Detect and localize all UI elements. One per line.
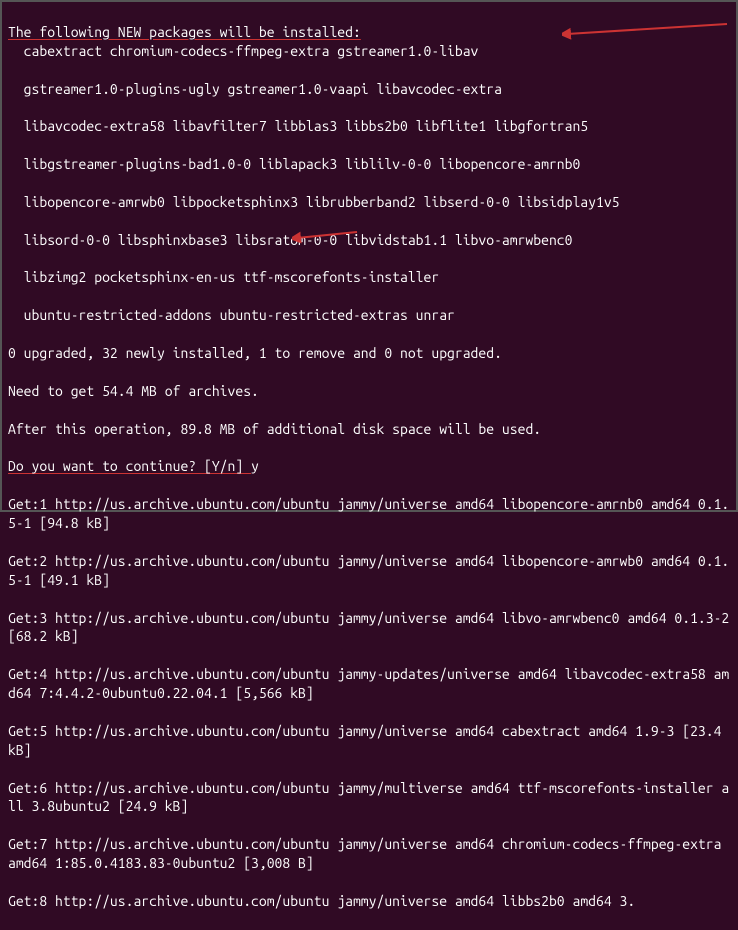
package-line: ubuntu-restricted-addons ubuntu-restrict…: [8, 306, 730, 325]
download-line: Get:5 http://us.archive.ubuntu.com/ubunt…: [8, 722, 730, 760]
download-line: Get:4 http://us.archive.ubuntu.com/ubunt…: [8, 665, 730, 703]
continue-prompt-line: Do you want to continue? [Y/n] y: [8, 457, 730, 476]
download-line: Get:8 http://us.archive.ubuntu.com/ubunt…: [8, 892, 730, 911]
download-line: Get:6 http://us.archive.ubuntu.com/ubunt…: [8, 779, 730, 817]
package-line: libopencore-amrwb0 libpocketsphinx3 libr…: [8, 193, 730, 212]
install-header: The following NEW packages will be insta…: [8, 24, 361, 40]
download-line: Get:3 http://us.archive.ubuntu.com/ubunt…: [8, 609, 730, 647]
package-line: gstreamer1.0-plugins-ugly gstreamer1.0-v…: [8, 80, 730, 99]
download-line: Get:7 http://us.archive.ubuntu.com/ubunt…: [8, 835, 730, 873]
continue-prompt: Do you want to continue? [Y/n]: [8, 458, 251, 474]
download-line: Get:2 http://us.archive.ubuntu.com/ubunt…: [8, 552, 730, 590]
terminal-output: The following NEW packages will be insta…: [8, 4, 730, 930]
package-line: libsord-0-0 libsphinxbase3 libsratom-0-0…: [8, 231, 730, 250]
upgrade-summary: 0 upgraded, 32 newly installed, 1 to rem…: [8, 344, 730, 363]
download-size: Need to get 54.4 MB of archives.: [8, 382, 730, 401]
download-line: Get:1 http://us.archive.ubuntu.com/ubunt…: [8, 495, 730, 533]
disk-space: After this operation, 89.8 MB of additio…: [8, 420, 730, 439]
package-line: libgstreamer-plugins-bad1.0-0 liblapack3…: [8, 155, 730, 174]
user-answer[interactable]: y: [251, 458, 259, 474]
package-line: libzimg2 pocketsphinx-en-us ttf-mscorefo…: [8, 268, 730, 287]
package-line: libavcodec-extra58 libavfilter7 libblas3…: [8, 117, 730, 136]
package-line: cabextract chromium-codecs-ffmpeg-extra …: [8, 42, 730, 61]
